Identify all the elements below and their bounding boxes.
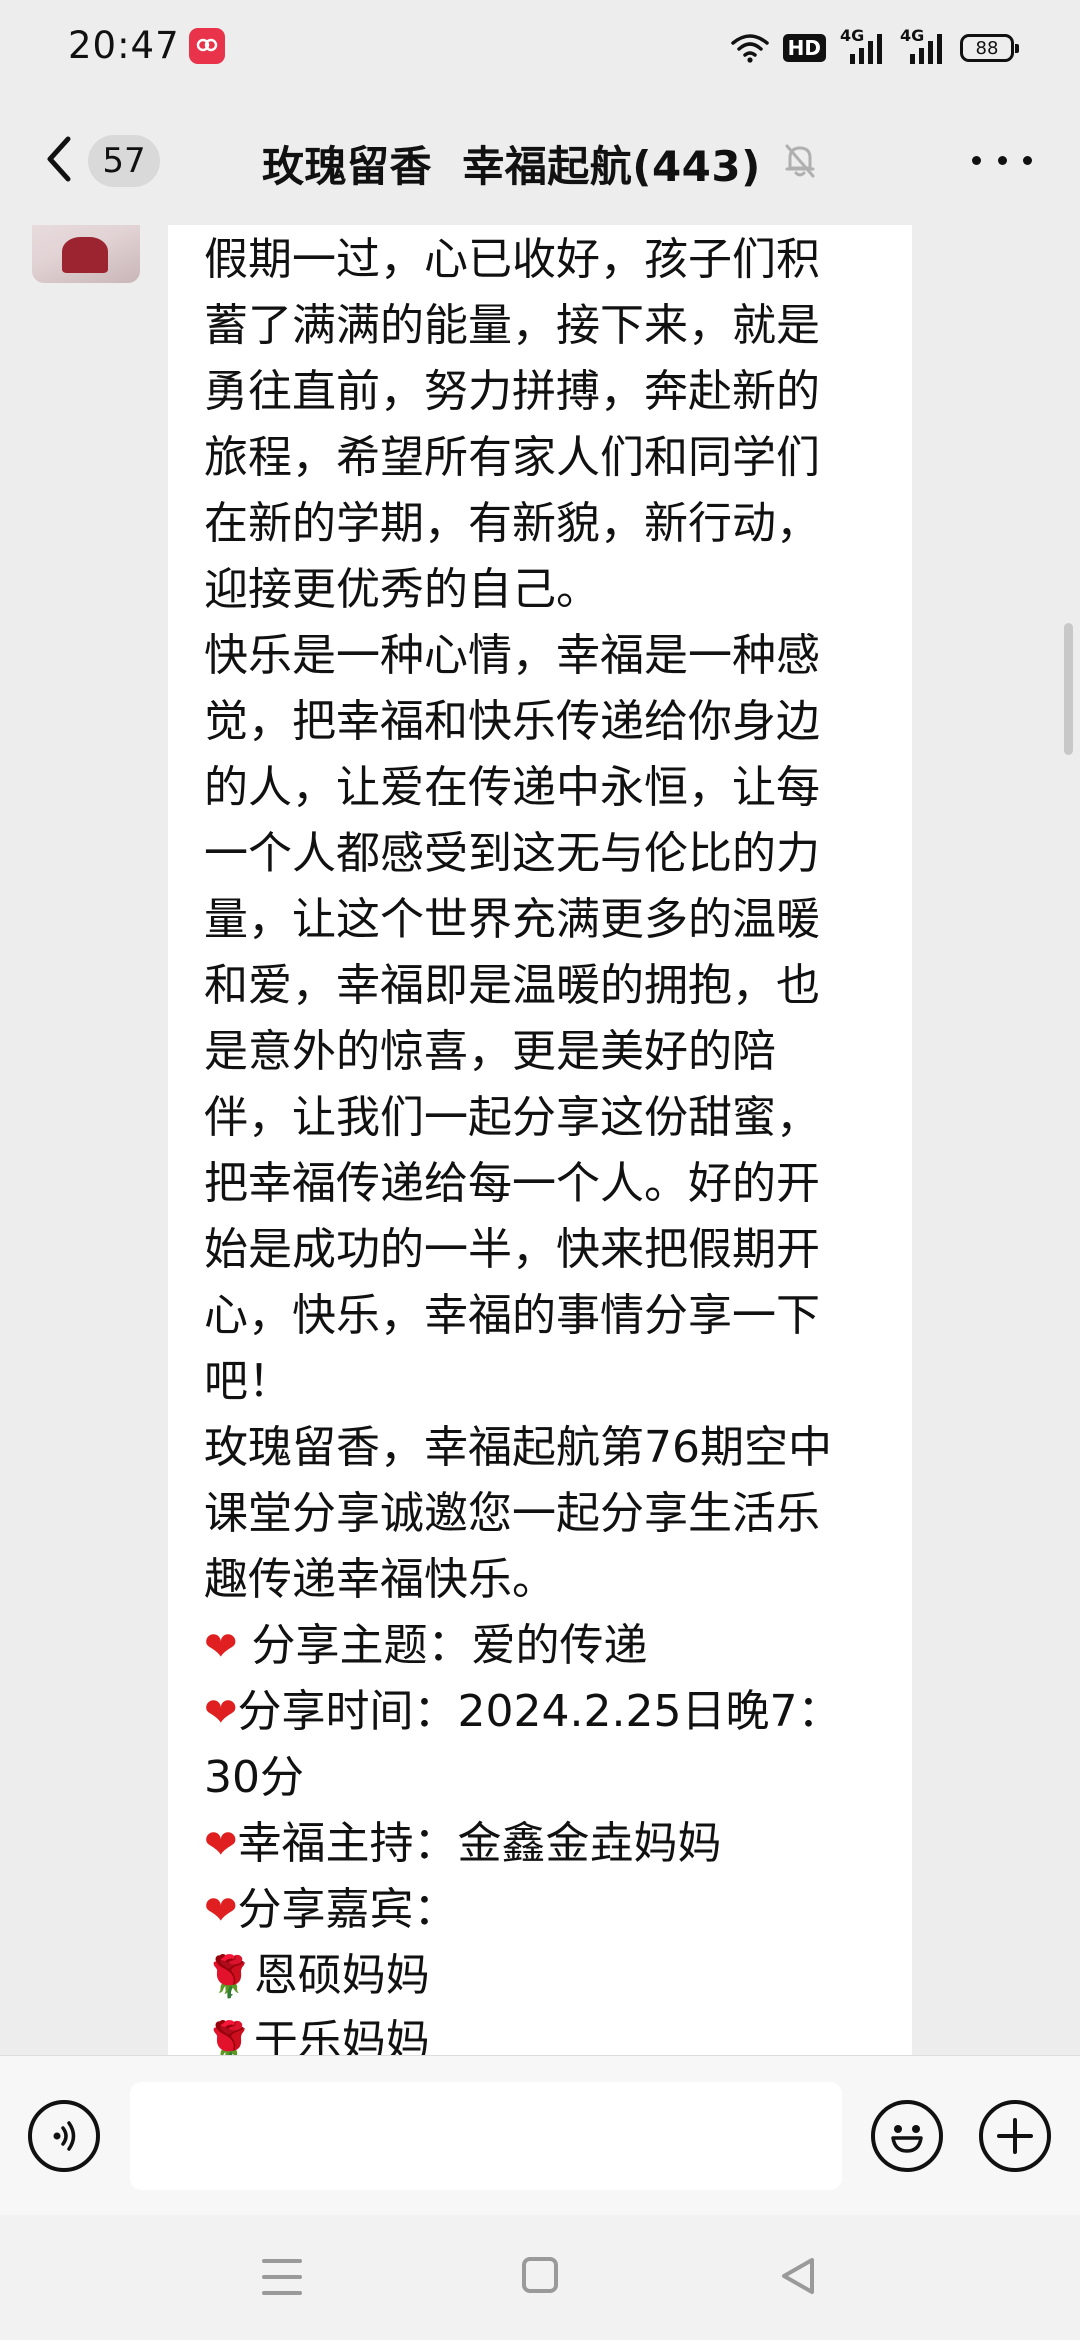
guests-line: ❤分享嘉宾： xyxy=(204,1877,876,1943)
share-topic-line: ❤ 分享主题：爱的传递 xyxy=(204,1613,876,1679)
hd-badge: HD xyxy=(782,34,826,62)
guest-item: 🌹恩硕妈妈 xyxy=(204,1943,876,2009)
unread-count-badge[interactable]: 57 xyxy=(88,135,160,187)
menu-line xyxy=(262,2275,302,2279)
message-line: 玫瑰留香，幸福起航第76期空中 xyxy=(204,1422,832,1473)
guest-name: 于乐妈妈 xyxy=(253,2016,430,2055)
voice-input-button[interactable] xyxy=(28,2100,100,2172)
status-icons: HD 4G 4G 88 xyxy=(730,26,1019,68)
message-line: 勇往直前，努力拼搏，奔赴新的 xyxy=(204,366,820,417)
host-line: ❤幸福主持：金鑫金垚妈妈 xyxy=(204,1811,876,1877)
host-text: 幸福主持：金鑫金垚妈妈 xyxy=(237,1818,722,1869)
message-line: 旅程，希望所有家人们和同学们 xyxy=(204,432,820,483)
message-line: 觉，把幸福和快乐传递给你身边 xyxy=(204,696,820,747)
rose-icon: 🌹 xyxy=(204,2020,254,2055)
message-list[interactable]: 假期一过，心已收好，孩子们积 蓄了满满的能量，接下来，就是 勇往直前，努力拼搏，… xyxy=(0,225,1080,2055)
chat-header: 57 玫瑰留香 幸福起航(443) xyxy=(0,95,1080,225)
share-time-line: ❤分享时间：2024.2.25日晚7： xyxy=(204,1679,876,1745)
guest-item: 🌹于乐妈妈 xyxy=(204,2009,876,2055)
menu-icon[interactable] xyxy=(262,2259,302,2295)
message-line: 趣传递幸福快乐。 xyxy=(204,1554,556,1605)
back-triangle-icon[interactable] xyxy=(778,2255,818,2297)
battery-icon: 88 xyxy=(960,34,1019,62)
share-time-text: 分享时间：2024.2.25日晚7： xyxy=(237,1686,842,1737)
menu-line xyxy=(262,2259,302,2263)
home-square-icon[interactable] xyxy=(522,2257,558,2293)
bell-muted-icon xyxy=(780,140,820,180)
more-dot xyxy=(1023,155,1032,165)
message-line: 快乐是一种心情，幸福是一种感 xyxy=(204,630,820,681)
wifi-icon xyxy=(730,33,769,63)
message-line: 把幸福传递给每一个人。好的开 xyxy=(204,1158,820,1209)
scrollbar-thumb[interactable] xyxy=(1064,623,1073,755)
share-topic-text: 分享主题：爱的传递 xyxy=(251,1620,648,1671)
chat-title[interactable]: 玫瑰留香 幸福起航(443) xyxy=(262,133,761,194)
heart-icon: ❤ xyxy=(204,1822,238,1868)
message-bubble[interactable]: 假期一过，心已收好，孩子们积 蓄了满满的能量，接下来，就是 勇往直前，努力拼搏，… xyxy=(168,225,912,2055)
message-line: 一个人都感受到这无与伦比的力 xyxy=(204,828,820,879)
message-input[interactable] xyxy=(130,2082,842,2190)
signal-icon-1: 4G xyxy=(840,26,886,66)
rose-icon: 🌹 xyxy=(204,1954,254,2000)
chat-screen: 20:47 HD 4G 4G 88 57 玫瑰留香 幸福起航(443) 假期一过… xyxy=(0,0,1080,2340)
system-nav-bar xyxy=(0,2215,1080,2340)
back-button[interactable] xyxy=(40,129,80,189)
add-button[interactable] xyxy=(979,2100,1051,2172)
battery-level: 88 xyxy=(975,37,999,59)
message-line: 伴，让我们一起分享这份甜蜜， xyxy=(204,1092,820,1143)
heart-icon: ❤ xyxy=(204,1888,238,1934)
more-dot xyxy=(997,155,1007,165)
app-notification-icon xyxy=(189,28,225,64)
message-line: 心，快乐，幸福的事情分享一下 xyxy=(204,1290,820,1341)
plus-icon xyxy=(997,2118,1033,2154)
message-line: 的人，让爱在传递中永恒，让每 xyxy=(204,762,820,813)
heart-icon: ❤ xyxy=(204,1690,238,1736)
message-line: 是意外的惊喜，更是美好的陪 xyxy=(204,1026,776,1077)
message-line: 蓄了满满的能量，接下来，就是 xyxy=(204,300,820,351)
message-line: 课堂分享诚邀您一起分享生活乐 xyxy=(204,1488,820,1539)
chevron-left-icon xyxy=(47,136,71,182)
message-line: 在新的学期，有新貌，新行动， xyxy=(204,498,820,549)
input-bar xyxy=(0,2055,1080,2216)
share-time-line-cont: 30分 xyxy=(204,1752,304,1803)
emoji-button[interactable] xyxy=(871,2100,943,2172)
emoji-icon xyxy=(891,2125,923,2153)
message-line: 吧！ xyxy=(204,1356,292,1407)
message-line: 和爱，幸福即是温暖的拥抱，也 xyxy=(204,960,820,1011)
guest-name: 恩硕妈妈 xyxy=(253,1950,430,2001)
guests-text: 分享嘉宾： xyxy=(237,1884,458,1935)
sender-avatar[interactable] xyxy=(32,225,140,283)
signal-icon-2: 4G xyxy=(900,26,946,66)
status-bar: 20:47 HD 4G 4G 88 xyxy=(0,0,1080,95)
heart-icon: ❤ xyxy=(204,1624,238,1670)
message-line: 始是成功的一半，快来把假期开 xyxy=(204,1224,820,1275)
status-time: 20:47 xyxy=(68,24,180,67)
message-line: 迎接更优秀的自己。 xyxy=(204,564,600,615)
message-line: 量，让这个世界充满更多的温暖 xyxy=(204,894,820,945)
voice-input-icon xyxy=(53,2121,76,2151)
message-line: 假期一过，心已收好，孩子们积 xyxy=(204,234,820,285)
more-options-button[interactable] xyxy=(972,135,1032,185)
menu-line xyxy=(262,2291,302,2295)
more-dot xyxy=(972,155,981,165)
